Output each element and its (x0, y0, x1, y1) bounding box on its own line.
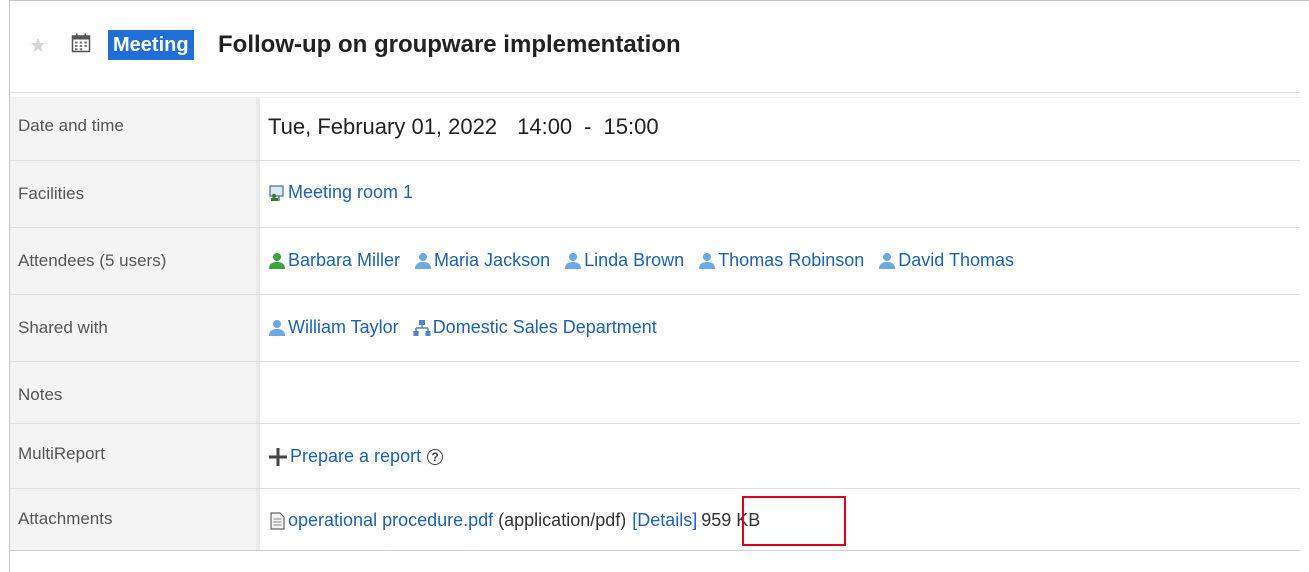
divider (10, 294, 1300, 295)
user-icon (565, 252, 582, 269)
end-time: 15:00 (603, 114, 659, 139)
help-icon[interactable]: ? (427, 448, 444, 465)
attachment-row: operational procedure.pdf (application/p… (268, 510, 760, 531)
facility-icon (269, 184, 284, 201)
divider (10, 423, 1300, 424)
file-icon (270, 511, 285, 530)
start-time: 14:00 (517, 114, 573, 139)
prepare-report-link[interactable]: Prepare a report (290, 446, 421, 467)
page-title: Follow-up on groupware implementation (218, 31, 681, 58)
shared-with-label: Shared with (18, 318, 108, 337)
star-icon[interactable] (30, 37, 46, 53)
divider (10, 361, 1300, 362)
shared-with-list: William Taylor Domestic Sales Department (268, 317, 657, 338)
shared-user-link[interactable]: William Taylor (288, 317, 399, 338)
attendee-link[interactable]: Barbara Miller (288, 250, 400, 271)
attendee-link[interactable]: Thomas Robinson (718, 250, 864, 271)
event-type-badge: Meeting (108, 30, 194, 60)
attachment-file-link[interactable]: operational procedure.pdf (288, 510, 493, 531)
divider (10, 227, 1300, 228)
divider (10, 92, 1300, 93)
calendar-icon (71, 33, 91, 53)
divider (10, 97, 1300, 98)
user-icon (879, 252, 896, 269)
notes-label: Notes (18, 385, 63, 404)
user-icon (699, 252, 716, 269)
time-separator: - (584, 114, 592, 139)
column-divider (256, 97, 260, 550)
plus-icon (269, 447, 287, 466)
shared-group-link[interactable]: Domestic Sales Department (433, 317, 657, 338)
organization-icon (413, 319, 431, 336)
user-icon (269, 252, 285, 269)
event-date: Tue, February 01, 2022 (268, 114, 498, 139)
attendees-list: Barbara Miller Maria Jackson Linda Brown… (268, 250, 1014, 271)
facility-link-meeting-room-1[interactable]: Meeting room 1 (288, 182, 413, 203)
multireport-label: MultiReport (18, 444, 105, 463)
attachment-details-link[interactable]: [Details] (632, 510, 697, 531)
attendee-link[interactable]: Linda Brown (584, 250, 684, 271)
user-icon (269, 319, 285, 336)
highlight-box (742, 496, 846, 546)
attendee-link[interactable]: David Thomas (898, 250, 1014, 271)
attachment-mime-type: (application/pdf) (498, 510, 627, 530)
divider (10, 550, 1300, 551)
divider (10, 488, 1300, 489)
date-time-label: Date and time (18, 116, 124, 135)
facilities-label: Facilities (18, 184, 85, 203)
user-icon (415, 252, 432, 269)
date-time-value: Tue, February 01, 2022 14:00 - 15:00 (268, 114, 659, 140)
multireport-value: Prepare a report ? (268, 446, 444, 467)
facilities-value: Meeting room 1 (268, 182, 413, 203)
divider (10, 160, 1300, 161)
attachments-label: Attachments (18, 509, 113, 528)
attendee-link[interactable]: Maria Jackson (434, 250, 550, 271)
attendees-label: Attendees (5 users) (18, 251, 167, 270)
